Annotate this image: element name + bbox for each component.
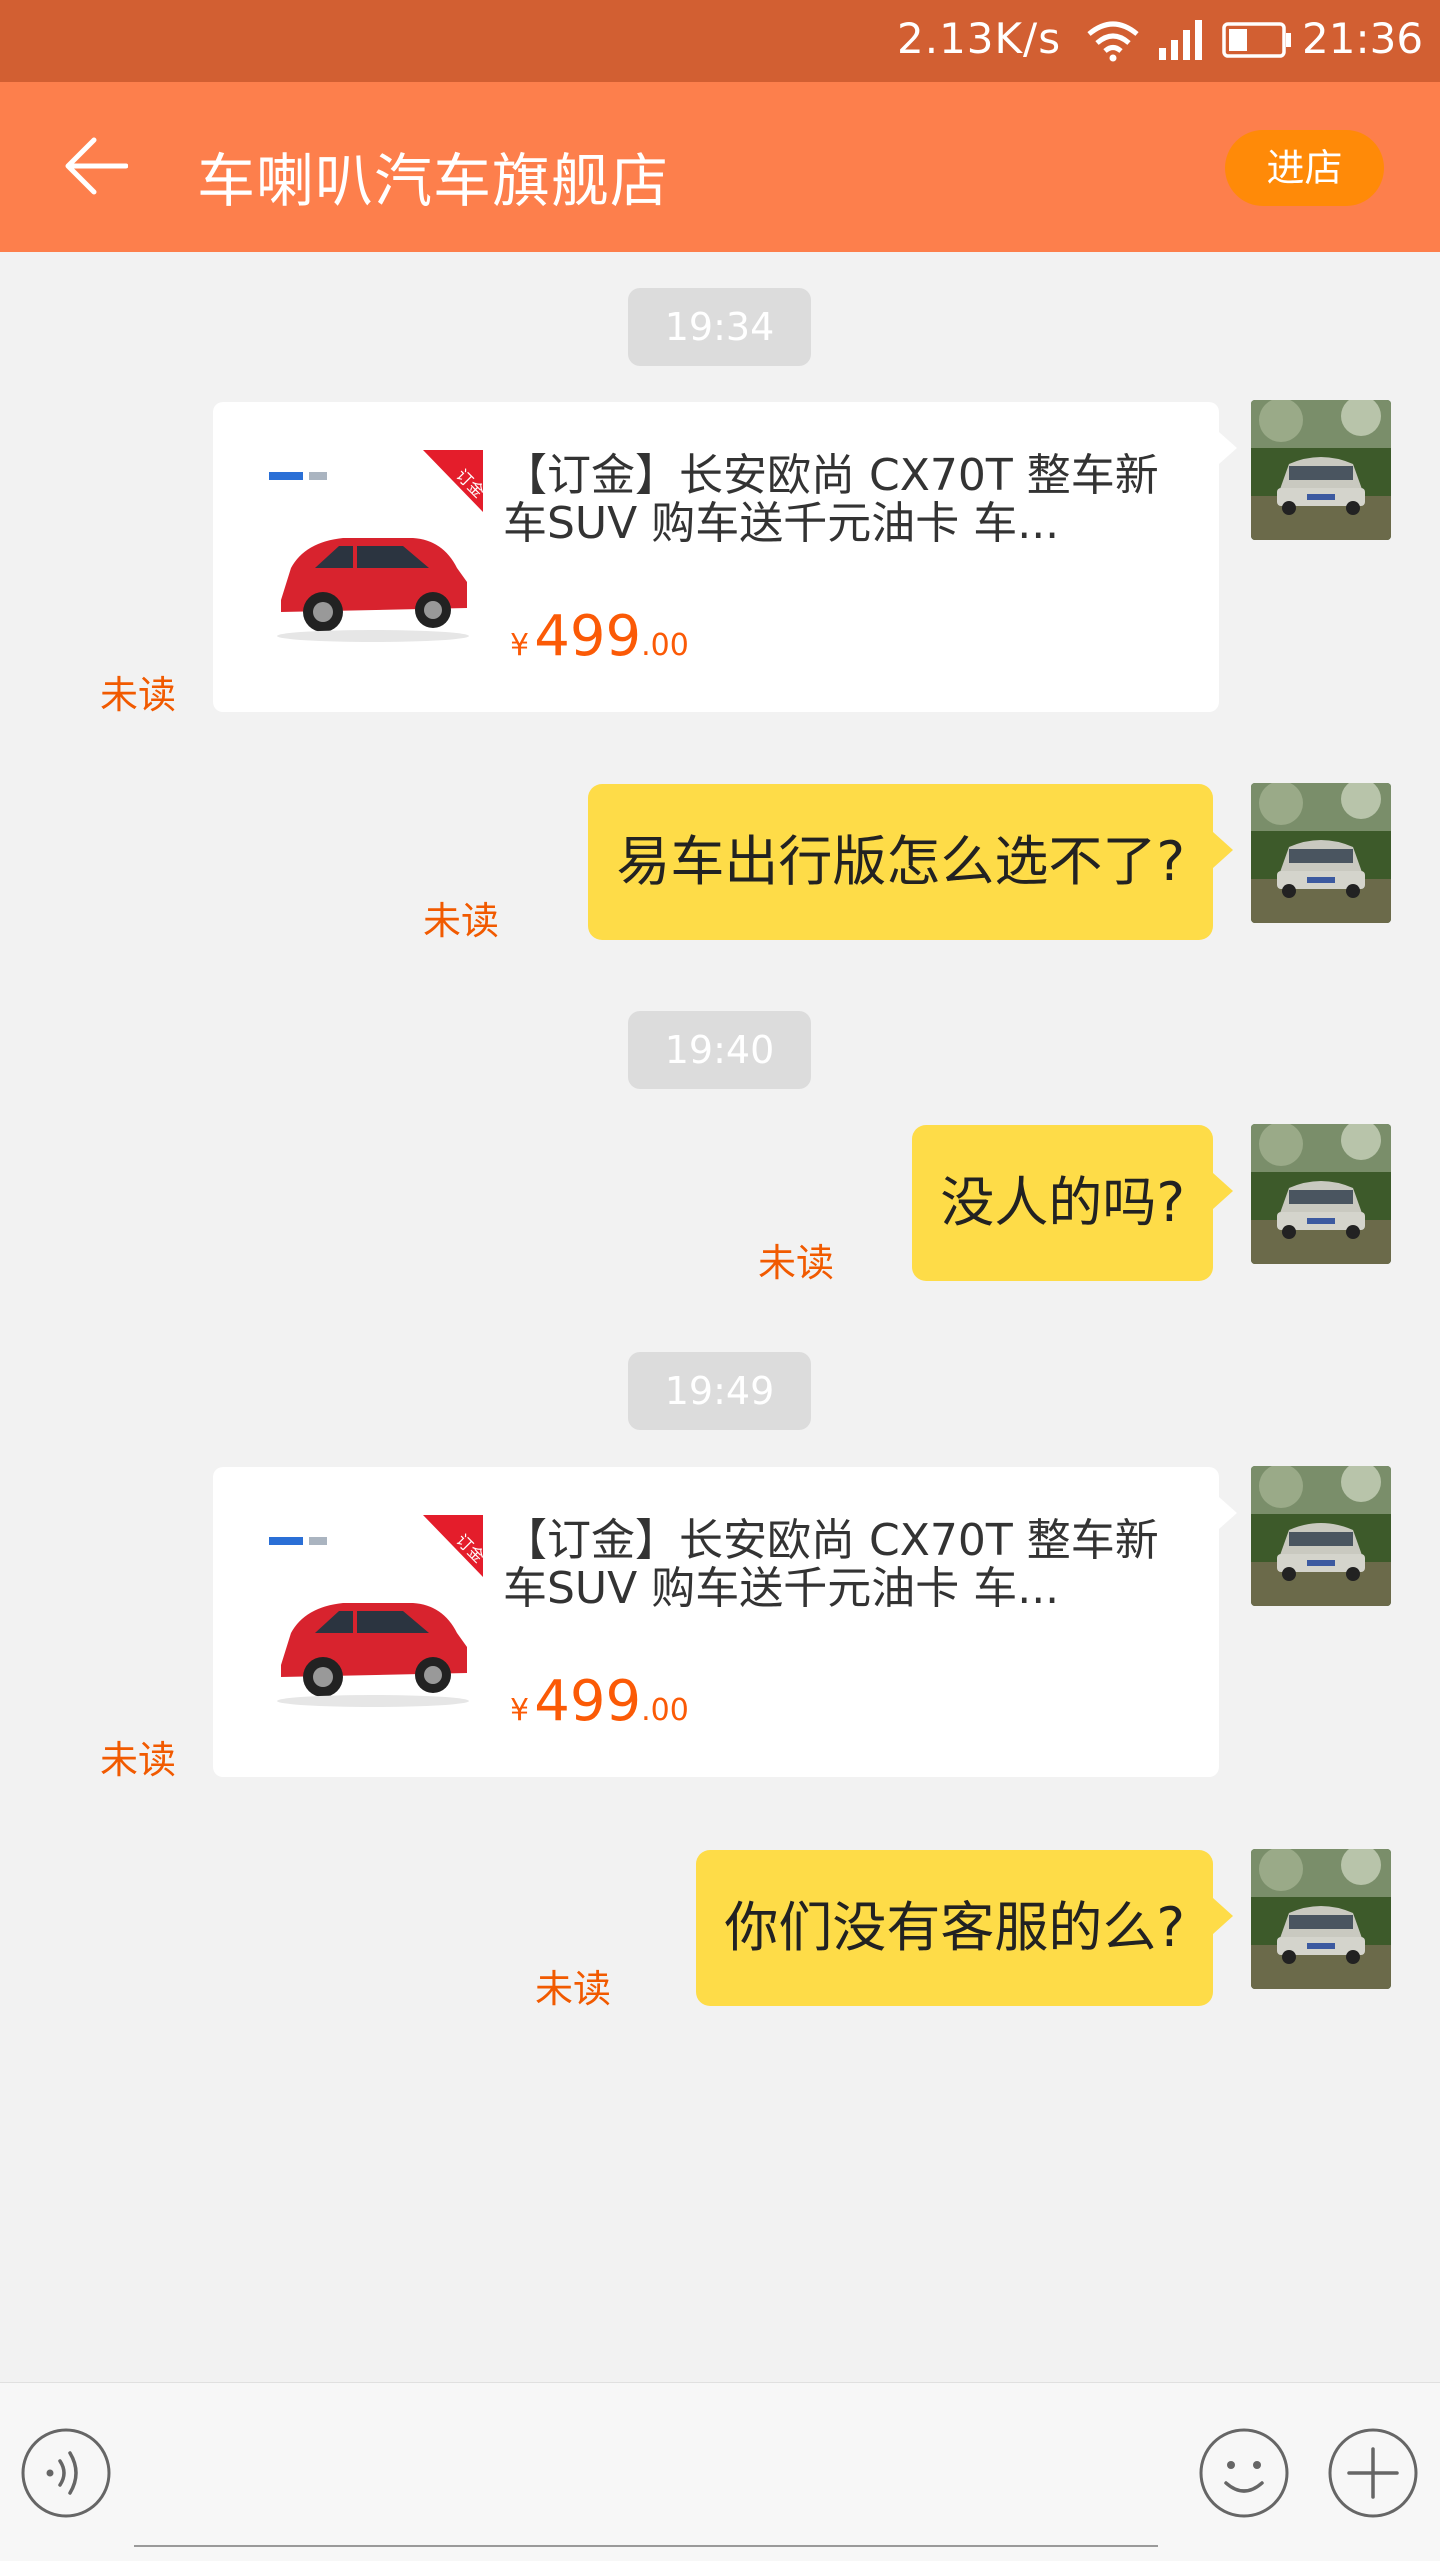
product-title: 【订金】长安欧尚 CX70T 整车新车SUV 购车送千元油卡 车... xyxy=(503,450,1159,549)
avatar-car-photo xyxy=(1251,1124,1391,1264)
unread-status: 未读 xyxy=(758,1241,835,1285)
product-image-car: 订金 xyxy=(253,1515,483,1745)
clock: 21:36 xyxy=(1302,14,1424,63)
unread-status: 未读 xyxy=(100,673,177,717)
enter-shop-button[interactable]: 进店 xyxy=(1225,130,1384,206)
timestamp: 19:34 xyxy=(628,288,811,366)
battery-icon xyxy=(1222,22,1291,58)
product-title: 【订金】长安欧尚 CX70T 整车新车SUV 购车送千元油卡 车... xyxy=(503,1515,1159,1614)
product-card[interactable]: 订金 【订金】长安欧尚 CX70T 整车新车SUV 购车送千元油卡 车... ¥… xyxy=(213,1467,1237,1777)
signal-icon xyxy=(1159,20,1202,60)
emoji-icon[interactable] xyxy=(1198,2427,1290,2519)
unread-status: 未读 xyxy=(423,899,500,943)
price-integer: 499 xyxy=(534,1669,642,1734)
voice-icon[interactable] xyxy=(20,2427,112,2519)
back-arrow-icon[interactable] xyxy=(62,136,128,196)
message-input[interactable] xyxy=(134,2465,1158,2547)
unread-status: 未读 xyxy=(100,1738,177,1782)
avatar-car-photo xyxy=(1251,400,1391,540)
product-card[interactable]: 订金 【订金】长安欧尚 CX70T 整车新车SUV 购车送千元油卡 车... ¥… xyxy=(213,402,1237,712)
message-bubble[interactable]: 没人的吗? xyxy=(912,1125,1233,1281)
network-speed: 2.13K/s xyxy=(897,14,1062,63)
header-bar: 车喇叭汽车旗舰店 进店 xyxy=(0,82,1440,252)
plus-icon[interactable] xyxy=(1327,2427,1419,2519)
avatar[interactable] xyxy=(1251,1849,1391,1989)
page-title: 车喇叭汽车旗舰店 xyxy=(197,147,670,215)
avatar[interactable] xyxy=(1251,1124,1391,1264)
avatar-car-photo xyxy=(1251,783,1391,923)
message-bubble[interactable]: 你们没有客服的么? xyxy=(696,1850,1233,2006)
avatar[interactable] xyxy=(1251,1466,1391,1606)
price-decimal: .00 xyxy=(641,1693,689,1728)
wifi-icon xyxy=(1087,21,1139,62)
timestamp: 19:40 xyxy=(628,1011,811,1089)
unread-status: 未读 xyxy=(535,1967,612,2011)
avatar[interactable] xyxy=(1251,400,1391,540)
timestamp: 19:49 xyxy=(628,1352,811,1430)
avatar-car-photo xyxy=(1251,1849,1391,1989)
currency-symbol: ¥ xyxy=(510,1693,530,1728)
status-bar: 2.13K/s 21:36 xyxy=(0,0,1440,82)
currency-symbol: ¥ xyxy=(510,628,530,663)
input-bar xyxy=(0,2382,1440,2561)
avatar[interactable] xyxy=(1251,783,1391,923)
message-bubble[interactable]: 易车出行版怎么选不了? xyxy=(588,784,1233,940)
price-decimal: .00 xyxy=(641,628,689,663)
price-integer: 499 xyxy=(534,604,642,669)
product-image-car: 订金 xyxy=(253,450,483,680)
product-price: ¥ 499.00 xyxy=(510,1669,689,1734)
avatar-car-photo xyxy=(1251,1466,1391,1606)
product-price: ¥ 499.00 xyxy=(510,604,689,669)
